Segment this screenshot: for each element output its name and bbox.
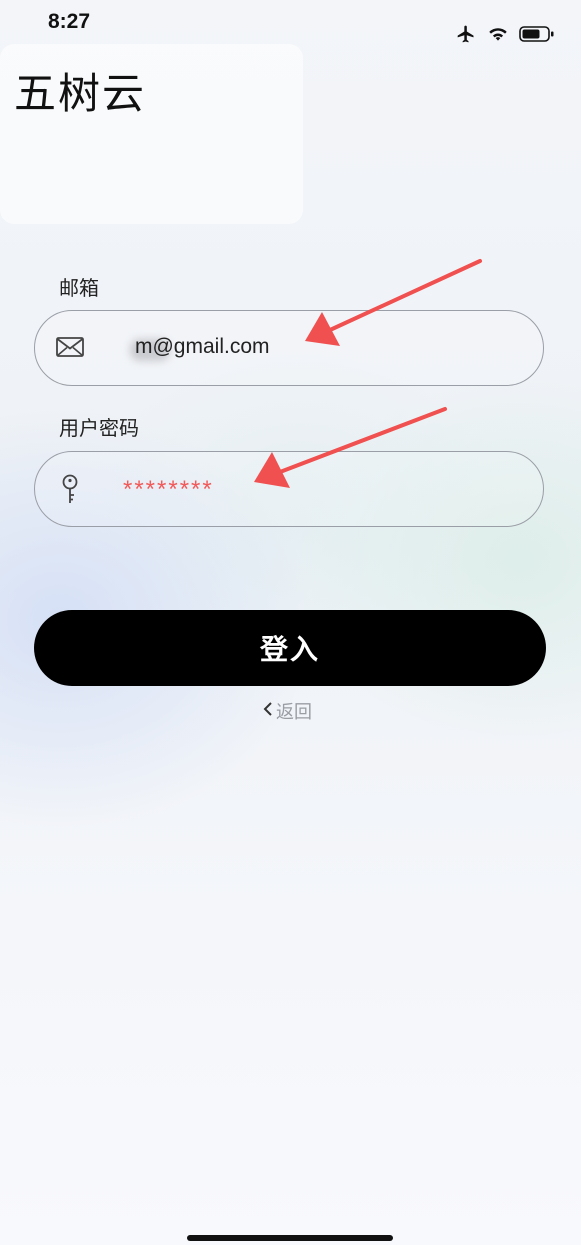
- login-button[interactable]: 登入: [34, 610, 546, 686]
- email-field[interactable]: m@gmail.com: [34, 310, 544, 386]
- back-link-label: 返回: [276, 702, 312, 723]
- password-label: 用户密码: [59, 416, 139, 440]
- key-icon: [61, 474, 79, 510]
- status-bar: 8:27: [0, 0, 581, 50]
- email-label: 邮箱: [59, 276, 99, 300]
- status-icons: [455, 24, 555, 48]
- airplane-icon: [455, 24, 477, 48]
- password-field[interactable]: ********: [34, 451, 544, 527]
- status-time: 8:27: [48, 10, 91, 33]
- password-value: ********: [123, 476, 214, 503]
- email-value: m@gmail.com: [135, 335, 270, 358]
- wifi-icon: [487, 26, 509, 46]
- chevron-left-icon: [262, 701, 274, 722]
- home-indicator: [187, 1235, 393, 1241]
- brand-title: 五树云: [14, 69, 147, 118]
- back-link[interactable]: 返回: [262, 698, 312, 724]
- battery-icon: [519, 25, 555, 47]
- mail-icon: [55, 335, 85, 363]
